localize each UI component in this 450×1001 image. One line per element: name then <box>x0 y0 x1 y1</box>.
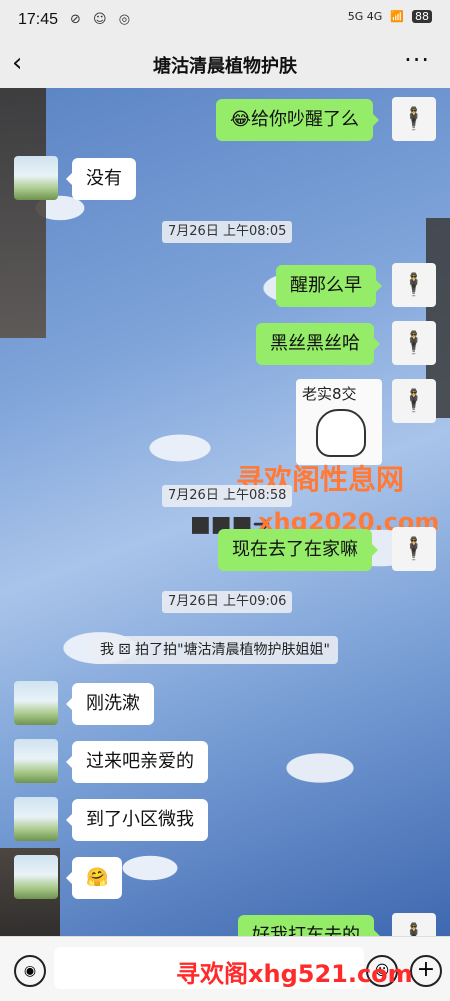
timestamp: 7月26日 上午09:06 <box>162 591 293 613</box>
person-icon: 🕴 <box>400 272 428 298</box>
contact-avatar[interactable] <box>14 797 58 841</box>
more-icon[interactable]: ··· <box>404 46 430 74</box>
chat-header: ‹ 塘沽清晨植物护肤 ··· <box>0 40 450 88</box>
message-bubble-sent[interactable]: 好我打车去的 <box>238 915 380 936</box>
message-bubble-sent[interactable]: 😂给你吵醒了么 <box>216 99 380 141</box>
status-time: 17:45 <box>18 11 59 28</box>
sticker-message[interactable]: 老实8交 <box>296 379 382 465</box>
person-icon: 🕴 <box>400 106 428 132</box>
message-bubble-received[interactable]: 🤗 <box>65 857 123 899</box>
message-bubble-sent[interactable]: 醒那么早 <box>276 265 382 307</box>
message-bubble-received[interactable]: 到了小区微我 <box>66 799 208 841</box>
self-avatar[interactable]: 🕴 <box>392 527 436 571</box>
status-app-icons: ⊘ ☺ ◎ <box>70 12 135 27</box>
timestamp: 7月26日 上午08:05 <box>162 221 293 243</box>
self-avatar[interactable]: 🕴 <box>392 263 436 307</box>
self-avatar[interactable]: 🕴 <box>392 913 436 936</box>
message-bubble-sent[interactable]: 黑丝黑丝哈 <box>256 323 380 365</box>
plus-icon[interactable]: + <box>410 955 442 987</box>
self-avatar[interactable]: 🕴 <box>392 97 436 141</box>
message-bubble-sent[interactable]: 现在去了在家嘛 <box>218 529 378 571</box>
sticker-caption: 老实8交 <box>302 385 357 403</box>
wifi-icon: 📶 <box>390 10 404 23</box>
person-icon: 🕴 <box>400 536 428 562</box>
message-bubble-received[interactable]: 过来吧亲爱的 <box>66 741 208 783</box>
timestamp: 7月26日 上午08:58 <box>162 485 293 507</box>
self-avatar[interactable]: 🕴 <box>392 379 436 423</box>
contact-avatar[interactable] <box>14 681 58 725</box>
contact-avatar[interactable] <box>14 855 58 899</box>
voice-icon[interactable]: ◉ <box>14 955 46 987</box>
chat-area[interactable]: 😂给你吵醒了么 🕴 没有 7月26日 上午08:05 醒那么早 🕴 黑丝黑丝哈 … <box>0 88 450 936</box>
person-icon: 🕴 <box>400 922 428 937</box>
person-icon: 🕴 <box>400 388 428 414</box>
pat-system-message: 我 ⚄ 拍了拍"塘沽清晨植物护肤姐姐" <box>92 636 338 664</box>
contact-avatar[interactable] <box>14 739 58 783</box>
person-icon: 🕴 <box>400 330 428 356</box>
chat-title: 塘沽清晨植物护肤 <box>153 56 297 77</box>
contact-avatar[interactable] <box>14 156 58 200</box>
watermark: 寻欢阁xhg521.com <box>176 960 413 988</box>
message-bubble-received[interactable]: 刚洗漱 <box>66 683 154 725</box>
self-avatar[interactable]: 🕴 <box>392 321 436 365</box>
status-right: 5G 4G 📶 88 <box>348 10 432 23</box>
battery-icon: 88 <box>412 10 432 23</box>
message-bubble-received[interactable]: 没有 <box>66 158 136 200</box>
background-building <box>0 88 46 338</box>
network-icon: 5G 4G <box>347 10 383 23</box>
bear-icon <box>316 409 366 457</box>
status-bar: 17:45 ⊘ ☺ ◎ 5G 4G 📶 88 <box>0 0 450 40</box>
